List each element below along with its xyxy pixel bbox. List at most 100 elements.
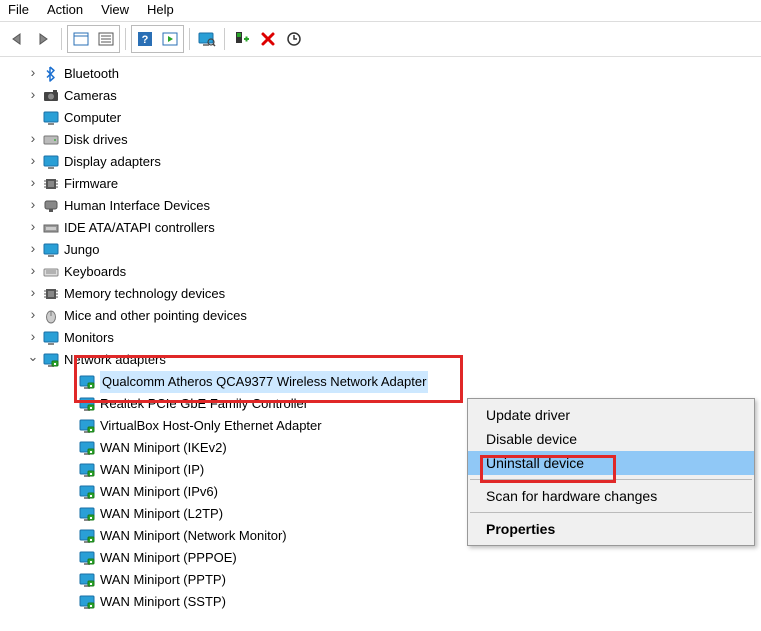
tree-item-label: Display adapters — [64, 151, 161, 173]
svg-text:?: ? — [142, 34, 149, 46]
tree-item[interactable]: IDE ATA/ATAPI controllers — [4, 217, 757, 239]
tree-item[interactable]: Disk drives — [4, 129, 757, 151]
tree-item-label: WAN Miniport (Network Monitor) — [100, 525, 287, 547]
list-icon — [98, 32, 114, 46]
expand-arrow-icon[interactable] — [26, 348, 40, 372]
tree-item[interactable]: WAN Miniport (SSTP) — [4, 591, 757, 613]
net-icon — [78, 396, 96, 412]
context-menu: Update driver Disable device Uninstall d… — [467, 398, 755, 546]
tree-item[interactable]: Monitors — [4, 327, 757, 349]
tree-item-label: WAN Miniport (PPPOE) — [100, 547, 237, 569]
net-icon — [78, 462, 96, 478]
ctx-update-driver[interactable]: Update driver — [468, 403, 754, 427]
panel-icon — [73, 32, 89, 46]
tree-item[interactable]: WAN Miniport (PPPOE) — [4, 547, 757, 569]
expand-arrow-icon[interactable] — [26, 326, 40, 351]
net-icon — [78, 418, 96, 434]
tree-item[interactable]: Memory technology devices — [4, 283, 757, 305]
tree-item[interactable]: Firmware — [4, 173, 757, 195]
net-icon — [78, 594, 96, 610]
x-icon — [260, 31, 276, 47]
tree-item-label: Bluetooth — [64, 63, 119, 85]
separator — [189, 28, 190, 50]
tree-item-label: Qualcomm Atheros QCA9377 Wireless Networ… — [100, 371, 428, 393]
help-button[interactable]: ? — [133, 27, 157, 51]
separator — [470, 512, 752, 513]
tree-item-label: Jungo — [64, 239, 99, 261]
bluetooth-icon — [42, 66, 60, 82]
tree-item[interactable]: Jungo — [4, 239, 757, 261]
tree-item[interactable]: Network adapters — [4, 349, 757, 371]
tree-item-label: WAN Miniport (SSTP) — [100, 591, 226, 613]
circle-arrow-icon — [286, 31, 302, 47]
monitor-scan-icon — [198, 31, 216, 47]
tree-item-label: Monitors — [64, 327, 114, 349]
net-icon — [78, 528, 96, 544]
tree-item-label: WAN Miniport (IKEv2) — [100, 437, 227, 459]
chip-icon — [42, 176, 60, 192]
tree-item[interactable]: Qualcomm Atheros QCA9377 Wireless Networ… — [4, 371, 757, 393]
tree-item-label: WAN Miniport (PPTP) — [100, 569, 226, 591]
net-icon — [78, 506, 96, 522]
monitor-icon — [42, 330, 60, 346]
mouse-icon — [42, 308, 60, 324]
tree-item-label: Network adapters — [64, 349, 166, 371]
play-icon — [162, 32, 178, 46]
monitor-icon — [42, 154, 60, 170]
toolbar: ? — [0, 22, 761, 57]
chip-icon — [42, 286, 60, 302]
tree-item[interactable]: Human Interface Devices — [4, 195, 757, 217]
tree-item-label: VirtualBox Host-Only Ethernet Adapter — [100, 415, 322, 437]
tree-item[interactable]: Cameras — [4, 85, 757, 107]
net-icon — [78, 572, 96, 588]
separator — [224, 28, 225, 50]
camera-icon — [42, 88, 60, 104]
tree-item-label: Cameras — [64, 85, 117, 107]
scan-hardware-button[interactable] — [195, 27, 219, 51]
enable-device-button[interactable] — [230, 27, 254, 51]
keyboard-icon — [42, 264, 60, 280]
arrow-left-icon — [9, 32, 27, 46]
properties-button[interactable] — [94, 27, 118, 51]
tree-item-label: WAN Miniport (L2TP) — [100, 503, 223, 525]
tree-item-label: Disk drives — [64, 129, 128, 151]
tree-item[interactable]: Display adapters — [4, 151, 757, 173]
net-icon — [42, 352, 60, 368]
device-plus-icon — [234, 31, 250, 47]
menu-action[interactable]: Action — [47, 2, 83, 17]
tree-item-label: Firmware — [64, 173, 118, 195]
show-hide-console-button[interactable] — [69, 27, 93, 51]
tree-item-label: Memory technology devices — [64, 283, 225, 305]
help-icon: ? — [137, 31, 153, 47]
update-driver-button[interactable] — [282, 27, 306, 51]
ctx-uninstall-device[interactable]: Uninstall device — [468, 451, 754, 475]
net-icon — [78, 550, 96, 566]
tree-item[interactable]: Keyboards — [4, 261, 757, 283]
ctx-disable-device[interactable]: Disable device — [468, 427, 754, 451]
menu-view[interactable]: View — [101, 2, 129, 17]
separator — [125, 28, 126, 50]
tree-item[interactable]: WAN Miniport (PPTP) — [4, 569, 757, 591]
arrow-right-icon — [35, 32, 53, 46]
menu-help[interactable]: Help — [147, 2, 174, 17]
expand-arrow-icon[interactable] — [26, 84, 40, 109]
tree-item[interactable]: Bluetooth — [4, 63, 757, 85]
separator — [61, 28, 62, 50]
action-button[interactable] — [158, 27, 182, 51]
tree-item-label: Mice and other pointing devices — [64, 305, 247, 327]
disk-icon — [42, 132, 60, 148]
net-icon — [78, 484, 96, 500]
monitor-icon — [42, 110, 60, 126]
separator — [470, 479, 752, 480]
ctx-properties[interactable]: Properties — [468, 517, 754, 541]
tree-item-label: WAN Miniport (IPv6) — [100, 481, 218, 503]
back-button[interactable] — [6, 27, 30, 51]
tree-item-label: WAN Miniport (IP) — [100, 459, 204, 481]
tree-item[interactable]: Computer — [4, 107, 757, 129]
forward-button[interactable] — [32, 27, 56, 51]
menu-file[interactable]: File — [8, 2, 29, 17]
tree-item[interactable]: Mice and other pointing devices — [4, 305, 757, 327]
uninstall-device-button[interactable] — [256, 27, 280, 51]
tree-item-label: IDE ATA/ATAPI controllers — [64, 217, 215, 239]
ctx-scan-hardware[interactable]: Scan for hardware changes — [468, 484, 754, 508]
